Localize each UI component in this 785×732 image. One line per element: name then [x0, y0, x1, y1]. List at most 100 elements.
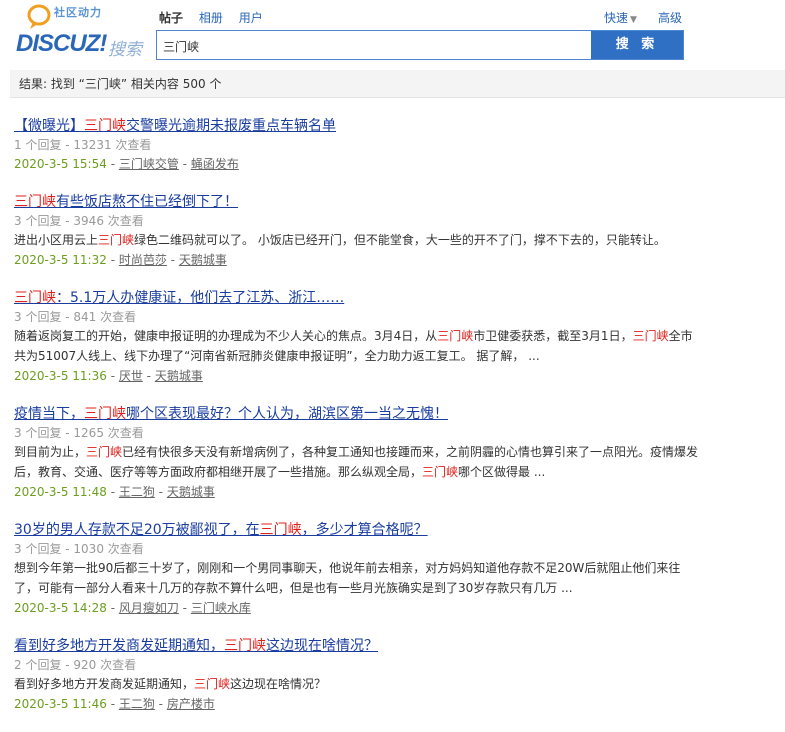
search-input[interactable]: [161, 35, 590, 57]
result-footer: 2020-3-5 11:32 - 时尚芭莎 - 天鹅城事: [14, 250, 774, 270]
result-snippet: 想到今年第一批90后都三十岁了，刚刚和一个男同事聊天，他说年前去相亲，对方妈妈知…: [14, 558, 774, 578]
forum-link[interactable]: 天鹅城事: [167, 485, 215, 499]
forum-link[interactable]: 房产楼市: [167, 697, 215, 711]
result-stats: 3 个回复 - 1265 次查看: [14, 426, 144, 440]
title-text: ：5.1万人办健康证，他们去了江苏、浙江……: [56, 290, 345, 306]
separator: -: [166, 253, 179, 267]
result-stats: 3 个回复 - 841 次查看: [14, 310, 137, 324]
author-link[interactable]: 时尚芭莎: [119, 253, 167, 267]
tab-users[interactable]: 用户: [239, 11, 263, 25]
snippet-text: 随着返岗复工的开始，健康申报证明的办理成为不少人关心的焦点。3月4日，从: [14, 329, 438, 343]
title-text: 疫情当下，: [14, 406, 84, 422]
result-stats: 2 个回复 - 920 次查看: [14, 658, 137, 672]
title-text: 交警曝光逾期未报废重点车辆名单: [126, 118, 336, 134]
keyword-highlight: 三门峡: [98, 233, 135, 247]
logo-text: DISCUZ!: [16, 30, 107, 57]
separator: -: [106, 253, 119, 267]
result-item: 30岁的男人存款不足20万被鄙视了，在三门峡，多少才算合格呢？ 3 个回复 - 1…: [14, 520, 774, 618]
keyword-highlight: 三门峡: [632, 329, 669, 343]
title-text: 这边现在啥情况？: [266, 638, 378, 654]
keyword-highlight: 三门峡: [259, 522, 302, 538]
search-button[interactable]: 搜 索: [591, 31, 683, 59]
author-link[interactable]: 厌世: [119, 369, 143, 383]
forum-link[interactable]: 天鹅城事: [179, 253, 227, 267]
snippet-text: 想到今年第一批90后都三十岁了，刚刚和一个男同事聊天，他说年前去相亲，对方妈妈知…: [14, 561, 681, 575]
post-date: 2020-3-5 11:36: [14, 369, 107, 383]
keyword-highlight: 三门峡: [422, 465, 459, 479]
result-title-link[interactable]: 三门峡有些饭店熬不住已经倒下了！: [14, 192, 774, 212]
post-date: 2020-3-5 11:32: [14, 253, 107, 267]
result-snippet: 到目前为止，三门峡已经有快很多天没有新增病例了，各种复工通知也接踵而来，之前阴霾…: [14, 442, 774, 462]
author-link[interactable]: 王二狗: [119, 485, 155, 499]
separator: -: [154, 485, 167, 499]
keyword-highlight: 三门峡: [86, 445, 123, 459]
snippet-text: 了，可能有一部分人看来十几万的存款不算什么吧，但是也有一些月光族确实是到了30岁…: [14, 581, 573, 595]
snippet-text: 已经有快很多天没有新增病例了，各种复工通知也接踵而来，之前阴霾的心情也算引来了一…: [122, 445, 699, 459]
result-stats: 3 个回复 - 3946 次查看: [14, 214, 144, 228]
result-snippet: 后，教育、交通、医疗等等方面政府都相继开展了一些措施。那么纵观全局，三门峡哪个区…: [14, 462, 774, 482]
snippet-text: 共为51007人线上、线下办理了“河南省新冠肺炎健康申报证明”，全力助力返工复工…: [14, 349, 540, 363]
search-box: 搜 索: [156, 30, 684, 60]
author-link[interactable]: 三门峡交管: [119, 157, 179, 171]
keyword-highlight: 三门峡: [437, 329, 474, 343]
result-item: 【微曝光】三门峡交警曝光逾期未报废重点车辆名单 1 个回复 - 13231 次查看…: [14, 116, 774, 174]
result-item: 看到好多地方开发商发延期通知，三门峡这边现在啥情况？ 2 个回复 - 920 次查…: [14, 636, 774, 714]
snippet-text: 这边现在啥情况？: [230, 677, 327, 691]
forum-link[interactable]: 天鹅城事: [155, 369, 203, 383]
title-text: 看到好多地方开发商发延期通知，: [14, 638, 224, 654]
result-title-link[interactable]: 疫情当下，三门峡哪个区表现最好？个人认为，湖滨区第一当之无愧！: [14, 404, 774, 424]
keyword-highlight: 三门峡: [84, 118, 126, 134]
result-footer: 2020-3-5 15:54 - 三门峡交管 - 蝇函发布: [14, 154, 774, 174]
snippet-text: 进出小区用云上: [14, 233, 99, 247]
post-date: 2020-3-5 11:48: [14, 485, 107, 499]
keyword-highlight: 三门峡: [194, 677, 231, 691]
snippet-text: 绿色二维码就可以了。 小饭店已经开门，但不能堂食，大一些的开不了门，撑不下去的，…: [134, 233, 666, 247]
advanced-link[interactable]: 高级: [658, 9, 682, 26]
post-date: 2020-3-5 11:46: [14, 697, 107, 711]
snippet-text: 哪个区做得最 ...: [458, 465, 546, 479]
quick-link[interactable]: 快速 ▼: [604, 9, 637, 26]
post-date: 2020-3-5 14:28: [14, 601, 107, 615]
title-text: 有些饭店熬不住已经倒下了！: [56, 194, 238, 210]
result-title-link[interactable]: 【微曝光】三门峡交警曝光逾期未报废重点车辆名单: [14, 116, 774, 136]
speech-bubble-icon: [27, 4, 51, 29]
post-date: 2020-3-5 15:54: [14, 157, 107, 171]
discuz-logo[interactable]: 社区动力 DISCUZ! 搜索: [14, 4, 142, 60]
result-snippet: 了，可能有一部分人看来十几万的存款不算什么吧，但是也有一些月光族确实是到了30岁…: [14, 578, 774, 598]
search-type-tabs: 帖子 相册 用户: [159, 9, 275, 26]
keyword-highlight: 三门峡: [14, 194, 56, 210]
tab-albums[interactable]: 相册: [199, 11, 223, 25]
separator: -: [106, 697, 119, 711]
author-link[interactable]: 风月瘦如刀: [119, 601, 179, 615]
result-snippet: 随着返岗复工的开始，健康申报证明的办理成为不少人关心的焦点。3月4日，从三门峡市…: [14, 326, 774, 346]
snippet-text: 到目前为止，: [14, 445, 87, 459]
result-footer: 2020-3-5 14:28 - 风月瘦如刀 - 三门峡水库: [14, 598, 774, 618]
title-text: 【微曝光】: [14, 118, 84, 134]
snippet-text: 全市: [668, 329, 693, 343]
result-summary: 结果: 找到 “三门峡” 相关内容 500 个: [10, 70, 785, 98]
forum-link[interactable]: 蝇函发布: [191, 157, 239, 171]
logo-search-text: 搜索: [108, 40, 142, 60]
logo-tagline: 社区动力: [54, 6, 102, 19]
result-title-link[interactable]: 三门峡：5.1万人办健康证，他们去了江苏、浙江……: [14, 288, 774, 308]
tab-posts[interactable]: 帖子: [159, 11, 183, 25]
forum-link[interactable]: 三门峡水库: [191, 601, 251, 615]
separator: -: [154, 697, 167, 711]
result-item: 三门峡：5.1万人办健康证，他们去了江苏、浙江…… 3 个回复 - 841 次查看…: [14, 288, 774, 386]
result-item: 三门峡有些饭店熬不住已经倒下了！ 3 个回复 - 3946 次查看 进出小区用云上三…: [14, 192, 774, 270]
author-link[interactable]: 王二狗: [119, 697, 155, 711]
separator: -: [178, 157, 191, 171]
title-text: ，多少才算合格呢？: [301, 522, 428, 538]
result-stats: 1 个回复 - 13231 次查看: [14, 138, 152, 152]
title-text: 哪个区表现最好？个人认为，湖滨区第一当之无愧！: [126, 406, 448, 422]
result-snippet: 共为51007人线上、线下办理了“河南省新冠肺炎健康申报证明”，全力助力返工复工…: [14, 346, 774, 366]
title-text: 30岁的男人存款不足20万被鄙视了，在: [14, 522, 260, 538]
result-title-link[interactable]: 30岁的男人存款不足20万被鄙视了，在三门峡，多少才算合格呢？: [14, 520, 774, 540]
separator: -: [106, 485, 119, 499]
header: 社区动力 DISCUZ! 搜索 帖子 相册 用户 快速▼ 高级 搜 索: [0, 0, 785, 67]
result-footer: 2020-3-5 11:36 - 厌世 - 天鹅城事: [14, 366, 774, 386]
snippet-text: 看到好多地方开发商发延期通知，: [14, 677, 195, 691]
result-title-link[interactable]: 看到好多地方开发商发延期通知，三门峡这边现在啥情况？: [14, 636, 774, 656]
separator: -: [178, 601, 191, 615]
keyword-highlight: 三门峡: [14, 290, 56, 306]
